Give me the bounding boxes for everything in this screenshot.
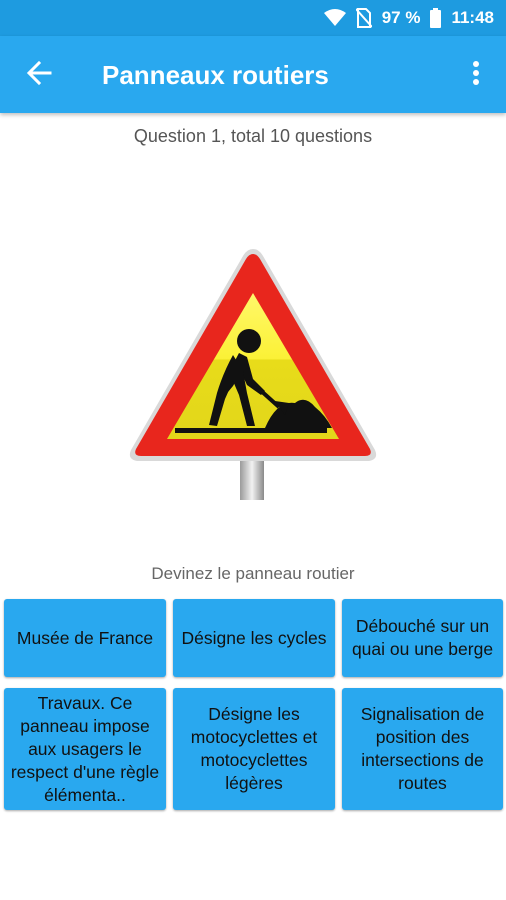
battery-icon <box>430 8 442 28</box>
arrow-left-icon <box>26 60 52 91</box>
no-sim-icon <box>355 8 372 28</box>
answer-label: Musée de France <box>16 627 154 648</box>
answer-button-5[interactable]: Désigne les motocyclettes et motocyclett… <box>173 688 335 810</box>
answer-button-2[interactable]: Désigne les cycles <box>173 599 335 677</box>
wifi-icon <box>323 9 346 27</box>
answer-label: Signalisation de position des intersecti… <box>360 704 485 793</box>
answer-button-3[interactable]: Débouché sur un quai ou une berge <box>342 599 503 677</box>
question-counter: Question 1, total 10 questions <box>133 126 373 146</box>
clock-time: 11:48 <box>451 8 494 27</box>
page-title: Panneaux routiers <box>102 60 329 90</box>
answer-button-6[interactable]: Signalisation de position des intersecti… <box>342 688 503 810</box>
quiz-prompt: Devinez le panneau routier <box>151 564 355 583</box>
answer-label: Travaux. Ce panneau impose aux usagers l… <box>10 692 160 805</box>
battery-percent: 97 % <box>381 8 421 27</box>
more-vert-icon <box>472 60 480 91</box>
back-button[interactable] <box>22 58 56 92</box>
answer-button-1[interactable]: Musée de France <box>4 599 166 677</box>
answer-button-4[interactable]: Travaux. Ce panneau impose aux usagers l… <box>4 688 166 810</box>
app-bar: Panneaux routiers <box>0 36 506 113</box>
roadworks-sign-image <box>127 245 379 500</box>
more-options-button[interactable] <box>464 58 488 92</box>
answer-label: Débouché sur un quai ou une berge <box>351 616 494 659</box>
status-bar: 97 % 11:48 <box>0 0 506 36</box>
answer-label: Désigne les cycles <box>181 627 327 648</box>
answer-label: Désigne les motocyclettes et motocyclett… <box>190 704 318 793</box>
